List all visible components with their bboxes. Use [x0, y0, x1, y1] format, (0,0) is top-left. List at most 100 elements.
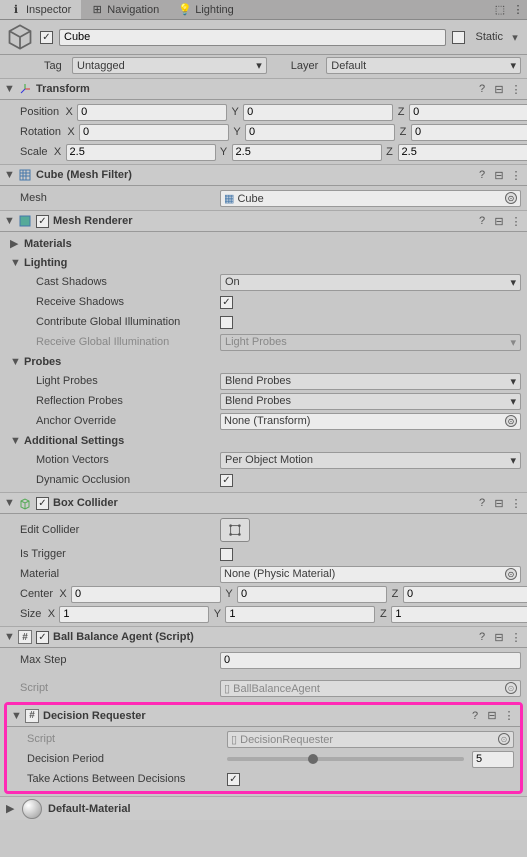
menu-icon[interactable]: ⋮ — [509, 168, 523, 182]
light-probes-label: Light Probes — [20, 375, 216, 387]
foldout-icon[interactable]: ▼ — [4, 83, 14, 95]
lock-icon[interactable]: ⬚ — [494, 3, 506, 17]
scale-z-input[interactable] — [398, 144, 527, 161]
help-icon[interactable]: ? — [475, 82, 489, 96]
gameobject-name-input[interactable] — [59, 29, 446, 46]
additional-foldout[interactable]: ▼Additional Settings — [0, 431, 527, 450]
lighting-foldout[interactable]: ▼Lighting — [0, 253, 527, 272]
preset-icon[interactable]: ⊟ — [492, 214, 506, 228]
foldout-icon[interactable]: ▼ — [4, 215, 14, 227]
anchor-override-field[interactable]: None (Transform)⊙ — [220, 413, 521, 430]
center-z-input[interactable] — [403, 586, 527, 603]
menu-icon[interactable]: ⋮ — [502, 709, 516, 723]
foldout-icon[interactable]: ▼ — [4, 169, 14, 181]
static-checkbox[interactable] — [452, 31, 465, 44]
cast-shadows-dropdown[interactable]: On▾ — [220, 274, 521, 291]
preset-icon[interactable]: ⊟ — [492, 496, 506, 510]
receive-shadows-label: Receive Shadows — [20, 296, 216, 308]
enabled-checkbox[interactable] — [36, 631, 49, 644]
ball-agent-header[interactable]: ▼ # Ball Balance Agent (Script) ? ⊟ ⋮ — [0, 626, 527, 648]
position-z-input[interactable] — [409, 104, 527, 121]
static-label: Static — [475, 31, 503, 43]
tag-dropdown[interactable]: Untagged▾ — [72, 57, 267, 74]
mesh-renderer-header[interactable]: ▼ Mesh Renderer ? ⊟ ⋮ — [0, 210, 527, 232]
enabled-checkbox[interactable] — [36, 215, 49, 228]
menu-icon[interactable]: ⋮ — [509, 630, 523, 644]
decision-requester-header[interactable]: ▼ # Decision Requester ? ⊟ ⋮ — [7, 705, 520, 727]
anchor-override-label: Anchor Override — [20, 415, 216, 427]
position-x-input[interactable] — [77, 104, 227, 121]
component-title: Mesh Renderer — [53, 215, 471, 227]
active-checkbox[interactable] — [40, 31, 53, 44]
box-collider-header[interactable]: ▼ Box Collider ? ⊟ ⋮ — [0, 492, 527, 514]
light-probes-dropdown[interactable]: Blend Probes▾ — [220, 373, 521, 390]
size-z-input[interactable] — [391, 606, 527, 623]
help-icon[interactable]: ? — [475, 214, 489, 228]
center-x-input[interactable] — [71, 586, 221, 603]
mesh-label: Mesh — [20, 192, 216, 204]
mesh-filter-header[interactable]: ▼ Cube (Mesh Filter) ? ⊟ ⋮ — [0, 164, 527, 186]
tab-inspector[interactable]: ℹ Inspector — [0, 0, 81, 19]
reflection-probes-dropdown[interactable]: Blend Probes▾ — [220, 393, 521, 410]
menu-icon[interactable]: ⋮ — [509, 214, 523, 228]
preset-icon[interactable]: ⊟ — [492, 630, 506, 644]
chevron-down-icon: ▾ — [256, 59, 262, 72]
z-label: Z — [395, 106, 407, 118]
rotation-x-input[interactable] — [79, 124, 229, 141]
is-trigger-checkbox[interactable] — [220, 548, 233, 561]
transform-header[interactable]: ▼ Transform ? ⊟ ⋮ — [0, 78, 527, 100]
help-icon[interactable]: ? — [475, 168, 489, 182]
receive-shadows-checkbox[interactable] — [220, 296, 233, 309]
materials-foldout[interactable]: ▶Materials — [0, 234, 527, 253]
take-actions-checkbox[interactable] — [227, 773, 240, 786]
nav-icon: ⊞ — [91, 4, 103, 16]
cast-shadows-label: Cast Shadows — [20, 276, 216, 288]
mesh-object-field[interactable]: ▦ Cube ⊙ — [220, 190, 521, 207]
slider-thumb[interactable] — [308, 754, 318, 764]
foldout-icon[interactable]: ▼ — [11, 710, 21, 722]
dynamic-occlusion-checkbox[interactable] — [220, 474, 233, 487]
enabled-checkbox[interactable] — [36, 497, 49, 510]
motion-vectors-dropdown[interactable]: Per Object Motion▾ — [220, 452, 521, 469]
tab-label: Lighting — [195, 4, 234, 16]
probes-foldout[interactable]: ▼Probes — [0, 352, 527, 371]
preset-icon[interactable]: ⊟ — [485, 709, 499, 723]
contribute-gi-checkbox[interactable] — [220, 316, 233, 329]
scale-y-input[interactable] — [232, 144, 382, 161]
script-field: ▯ DecisionRequester⊙ — [227, 731, 514, 748]
preset-icon[interactable]: ⊟ — [492, 82, 506, 96]
position-y-input[interactable] — [243, 104, 393, 121]
size-x-input[interactable] — [59, 606, 209, 623]
tab-lighting[interactable]: 💡 Lighting — [169, 0, 244, 19]
decision-period-input[interactable] — [472, 751, 514, 768]
position-label: Position — [20, 106, 59, 118]
physic-material-field[interactable]: None (Physic Material)⊙ — [220, 566, 521, 583]
foldout-icon[interactable]: ▼ — [4, 631, 14, 643]
context-menu-icon[interactable]: ⋮ — [512, 3, 524, 17]
center-y-input[interactable] — [237, 586, 387, 603]
rotation-z-input[interactable] — [411, 124, 527, 141]
material-header[interactable]: ▶ Default-Material — [0, 796, 527, 820]
edit-collider-button[interactable] — [220, 518, 250, 542]
decision-period-slider[interactable] — [227, 757, 464, 761]
scale-x-input[interactable] — [66, 144, 216, 161]
help-icon[interactable]: ? — [475, 630, 489, 644]
chevron-down-icon: ▾ — [510, 375, 516, 388]
tab-label: Inspector — [26, 4, 71, 16]
menu-icon[interactable]: ⋮ — [509, 82, 523, 96]
static-dropdown-icon[interactable]: ▾ — [509, 31, 521, 44]
foldout-icon[interactable]: ▶ — [6, 802, 16, 815]
object-picker-icon[interactable]: ⊙ — [505, 415, 517, 427]
help-icon[interactable]: ? — [468, 709, 482, 723]
object-picker-icon[interactable]: ⊙ — [505, 192, 517, 204]
size-y-input[interactable] — [225, 606, 375, 623]
layer-dropdown[interactable]: Default▾ — [326, 57, 521, 74]
menu-icon[interactable]: ⋮ — [509, 496, 523, 510]
help-icon[interactable]: ? — [475, 496, 489, 510]
max-step-input[interactable] — [220, 652, 521, 669]
preset-icon[interactable]: ⊟ — [492, 168, 506, 182]
object-picker-icon[interactable]: ⊙ — [505, 568, 517, 580]
foldout-icon[interactable]: ▼ — [4, 497, 14, 509]
tab-navigation[interactable]: ⊞ Navigation — [81, 0, 169, 19]
rotation-y-input[interactable] — [245, 124, 395, 141]
